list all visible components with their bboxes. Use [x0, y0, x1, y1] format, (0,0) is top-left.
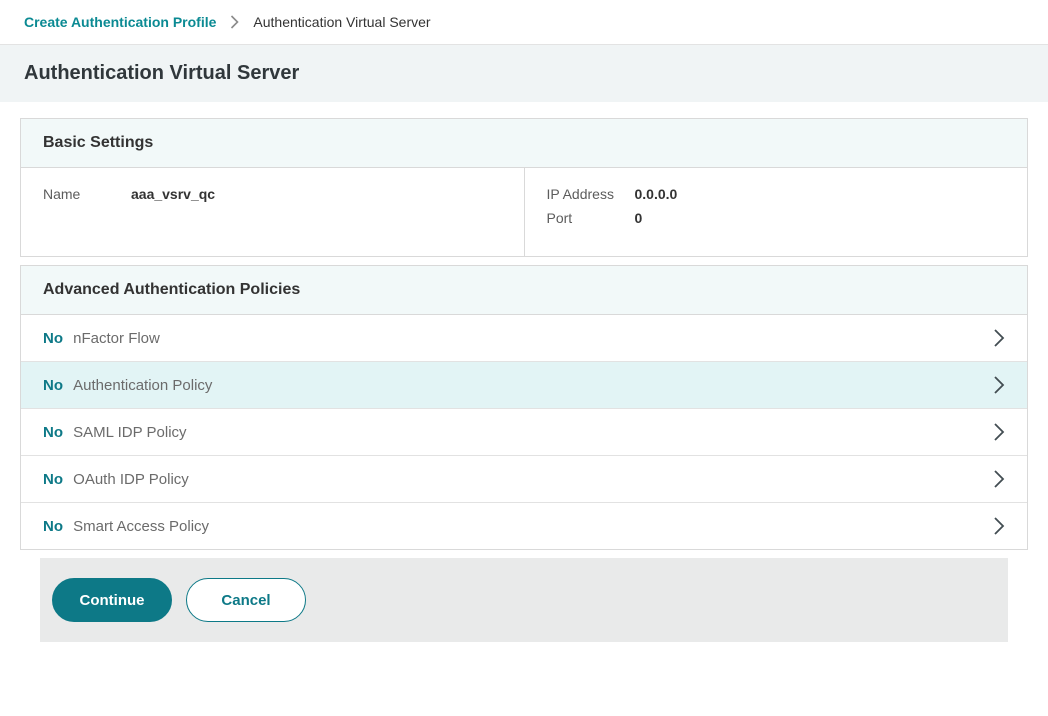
- ip-address-label: IP Address: [547, 186, 635, 202]
- policy-label: OAuth IDP Policy: [73, 471, 189, 488]
- chevron-right-icon: [993, 375, 1005, 395]
- policy-row-oauth-idp-policy[interactable]: No OAuth IDP Policy: [21, 456, 1027, 503]
- policy-count: No: [43, 424, 67, 441]
- port-value: 0: [635, 210, 643, 226]
- main-content: Basic Settings Name aaa_vsrv_qc IP Addre…: [0, 102, 1048, 642]
- policy-label: Authentication Policy: [73, 377, 212, 394]
- policy-label: SAML IDP Policy: [73, 424, 186, 441]
- policy-label: nFactor Flow: [73, 330, 160, 347]
- advanced-policies-card: Advanced Authentication Policies No nFac…: [20, 265, 1028, 550]
- policy-rows: No nFactor Flow No Authentication Policy…: [21, 315, 1027, 549]
- name-label: Name: [43, 186, 131, 202]
- chevron-right-icon: [993, 422, 1005, 442]
- policy-label: Smart Access Policy: [73, 518, 209, 535]
- breadcrumb: Create Authentication Profile Authentica…: [0, 0, 1048, 45]
- cancel-button[interactable]: Cancel: [186, 578, 306, 622]
- policy-count: No: [43, 377, 67, 394]
- chevron-right-icon: [993, 469, 1005, 489]
- policy-row-nfactor-flow[interactable]: No nFactor Flow: [21, 315, 1027, 362]
- page-title: Authentication Virtual Server: [24, 62, 299, 85]
- breadcrumb-separator-icon: [230, 15, 239, 29]
- footer-action-bar: Continue Cancel: [40, 558, 1008, 642]
- name-value: aaa_vsrv_qc: [131, 186, 215, 202]
- policy-row-saml-idp-policy[interactable]: No SAML IDP Policy: [21, 409, 1027, 456]
- chevron-right-icon: [993, 328, 1005, 348]
- policy-row-authentication-policy[interactable]: No Authentication Policy: [21, 362, 1027, 409]
- policy-row-smart-access-policy[interactable]: No Smart Access Policy: [21, 503, 1027, 549]
- basic-settings-left-column: Name aaa_vsrv_qc: [21, 168, 524, 256]
- breadcrumb-current: Authentication Virtual Server: [253, 14, 430, 30]
- port-label: Port: [547, 210, 635, 226]
- basic-settings-right-column: IP Address 0.0.0.0 Port 0: [524, 168, 1028, 256]
- breadcrumb-link-create-authentication-profile[interactable]: Create Authentication Profile: [24, 14, 216, 30]
- continue-button[interactable]: Continue: [52, 578, 172, 622]
- basic-settings-title: Basic Settings: [21, 119, 1027, 168]
- policy-count: No: [43, 518, 67, 535]
- page-header: Authentication Virtual Server: [0, 45, 1048, 102]
- ip-address-value: 0.0.0.0: [635, 186, 678, 202]
- policy-count: No: [43, 330, 67, 347]
- chevron-right-icon: [993, 516, 1005, 536]
- advanced-policies-title: Advanced Authentication Policies: [21, 266, 1027, 315]
- basic-settings-card: Basic Settings Name aaa_vsrv_qc IP Addre…: [20, 118, 1028, 257]
- policy-count: No: [43, 471, 67, 488]
